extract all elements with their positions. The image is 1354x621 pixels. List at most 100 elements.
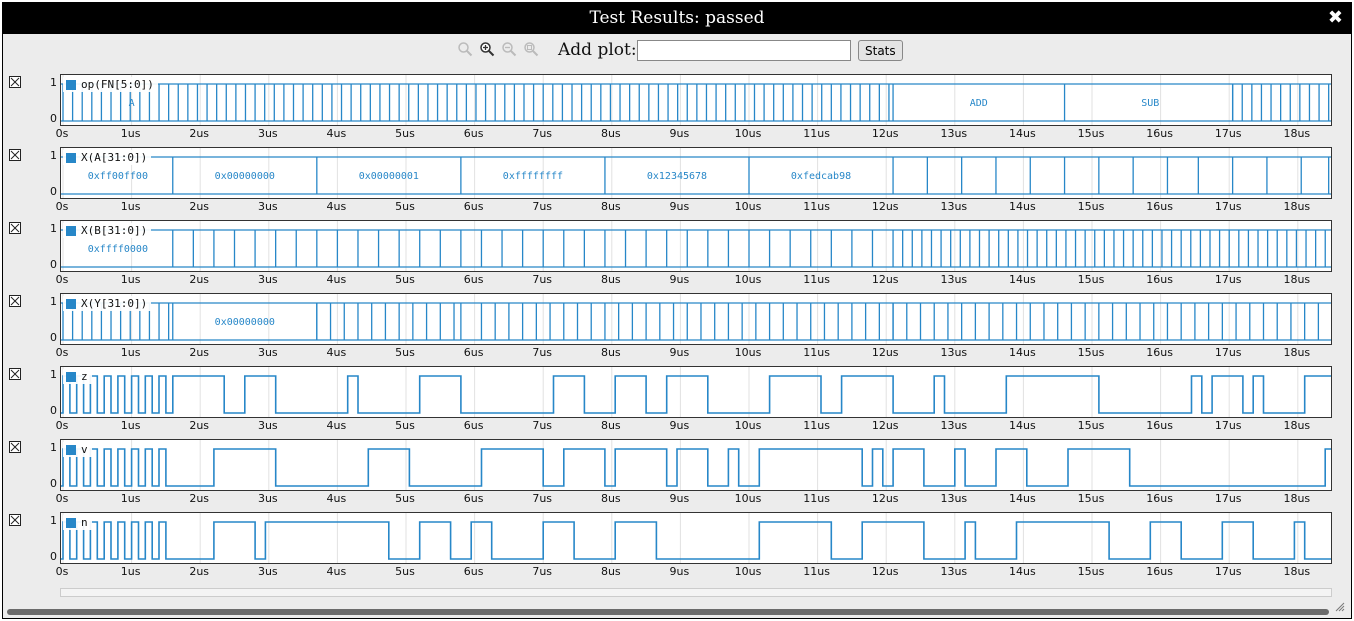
bus-value-label: 0x00000001: [359, 171, 419, 182]
plot-remove-icon[interactable]: [9, 76, 21, 88]
waveform-plot[interactable]: v: [60, 439, 1332, 491]
x-tick-label: 16us: [1146, 127, 1173, 140]
x-tick-label: 13us: [940, 346, 968, 359]
x-tick-label: 8us: [600, 346, 621, 359]
waveform-svg: 0xffff0000: [61, 221, 1331, 271]
x-tick-label: 0s: [55, 565, 69, 578]
x-tick-label: 13us: [940, 492, 968, 505]
window-title: Test Results: passed: [589, 8, 765, 28]
x-tick-label: 18us: [1283, 346, 1311, 359]
x-tick-label: 4us: [326, 346, 347, 359]
x-tick-label: 3us: [257, 565, 278, 578]
plot-name: z: [81, 370, 88, 383]
close-icon[interactable]: ✖: [1328, 7, 1343, 28]
bit-trace: [61, 375, 1331, 414]
x-tick-label: 1us: [120, 419, 141, 432]
x-tick-label: 15us: [1077, 346, 1105, 359]
bus-value-label: ADD: [970, 98, 988, 109]
x-tick-label: 13us: [940, 273, 968, 286]
x-tick-label: 13us: [940, 419, 968, 432]
x-tick-label: 8us: [600, 419, 621, 432]
x-tick-label: 7us: [532, 273, 553, 286]
x-tick-label: 9us: [669, 419, 690, 432]
waveform-svg: [61, 440, 1331, 490]
x-tick-label: 10us: [734, 565, 762, 578]
x-tick-label: 15us: [1077, 200, 1105, 213]
x-tick-label: 11us: [803, 273, 830, 286]
y-tick-label: 1: [50, 441, 57, 454]
x-tick-label: 9us: [669, 346, 690, 359]
y-tick-label: 0: [50, 258, 57, 271]
y-tick-label: 0: [50, 331, 57, 344]
bus-value-label: A: [129, 98, 135, 109]
plot-remove-icon[interactable]: [9, 222, 21, 234]
plot-remove-icon[interactable]: [9, 149, 21, 161]
y-tick-label: 1: [50, 514, 57, 527]
bus-value-label: 0xffff0000: [88, 244, 148, 255]
x-tick-label: 11us: [803, 419, 830, 432]
zoom-in-icon[interactable]: [479, 41, 495, 57]
x-tick-label: 14us: [1009, 565, 1036, 578]
bus-value-label: SUB: [1141, 98, 1159, 109]
add-plot-input[interactable]: [637, 40, 851, 61]
plot-name: n: [81, 516, 88, 529]
waveform-plot[interactable]: 0xff00ff00 0x00000000 0x00000001 0xffffffff…: [60, 147, 1332, 199]
x-tick-label: 6us: [463, 200, 484, 213]
plot-remove-icon[interactable]: [9, 514, 21, 526]
x-tick-label: 13us: [940, 565, 968, 578]
x-tick-label: 9us: [669, 492, 690, 505]
bus-value-label: 0xfedcab98: [791, 171, 851, 182]
x-tick-label: 7us: [532, 492, 553, 505]
x-tick-label: 12us: [871, 127, 899, 140]
stats-button[interactable]: Stats: [858, 40, 903, 61]
x-tick-label: 5us: [395, 346, 415, 359]
waveform-plot[interactable]: A ADD SUB op(FN[5:0]): [60, 74, 1332, 126]
x-tick-label: 10us: [734, 346, 762, 359]
x-tick-label: 12us: [871, 273, 899, 286]
x-tick-label: 2us: [189, 200, 210, 213]
plot-remove-icon[interactable]: [9, 441, 21, 453]
plot-remove-icon[interactable]: [9, 295, 21, 307]
x-tick-label: 6us: [463, 346, 484, 359]
test-results-window: Test Results: passed ✖ Add plot: Stats 1…: [2, 2, 1352, 619]
zoom-out-disabled-icon: [458, 42, 473, 57]
x-tick-label: 16us: [1146, 346, 1173, 359]
x-tick-label: 3us: [257, 127, 278, 140]
x-tick-label: 9us: [669, 565, 690, 578]
x-tick-label: 18us: [1283, 127, 1311, 140]
waveform-plot[interactable]: z: [60, 366, 1332, 418]
plot-name: op(FN[5:0]): [81, 78, 154, 91]
y-tick-label: 0: [50, 550, 57, 563]
x-tick-label: 14us: [1009, 273, 1036, 286]
waveform-svg: A ADD SUB: [61, 75, 1331, 125]
x-tick-label: 17us: [1214, 346, 1242, 359]
plot-legend: v: [63, 442, 92, 457]
x-tick-label: 5us: [395, 273, 415, 286]
x-tick-label: 11us: [803, 492, 830, 505]
x-tick-label: 8us: [600, 492, 621, 505]
bit-trace: [61, 521, 1331, 560]
x-tick-label: 18us: [1283, 419, 1311, 432]
waveform-plot[interactable]: n: [60, 512, 1332, 564]
waveform-plot[interactable]: 0x00000000 X(Y[31:0]): [60, 293, 1332, 345]
bus-value-label: 0x00000000: [215, 171, 275, 182]
y-tick-label: 1: [50, 222, 57, 235]
x-tick-label: 5us: [395, 419, 415, 432]
window-scrollbar[interactable]: [7, 609, 1329, 615]
plot-legend: n: [63, 515, 92, 530]
bit-trace: [61, 448, 1331, 487]
horizontal-scrollbar[interactable]: [60, 588, 1332, 597]
x-tick-label: 15us: [1077, 492, 1105, 505]
plot-remove-icon[interactable]: [9, 368, 21, 380]
resize-grip-icon[interactable]: [1335, 602, 1345, 612]
x-tick-label: 17us: [1214, 200, 1242, 213]
waveform-plot[interactable]: 0xffff0000 X(B[31:0]): [60, 220, 1332, 272]
x-tick-label: 15us: [1077, 565, 1105, 578]
x-tick-label: 0s: [55, 200, 69, 213]
plot-legend: X(B[31:0]): [63, 223, 152, 238]
x-tick-label: 3us: [257, 346, 278, 359]
x-tick-label: 11us: [803, 200, 830, 213]
x-tick-label: 0s: [55, 346, 69, 359]
plot-name: X(Y[31:0]): [81, 297, 148, 310]
plot-legend: op(FN[5:0]): [63, 77, 158, 92]
